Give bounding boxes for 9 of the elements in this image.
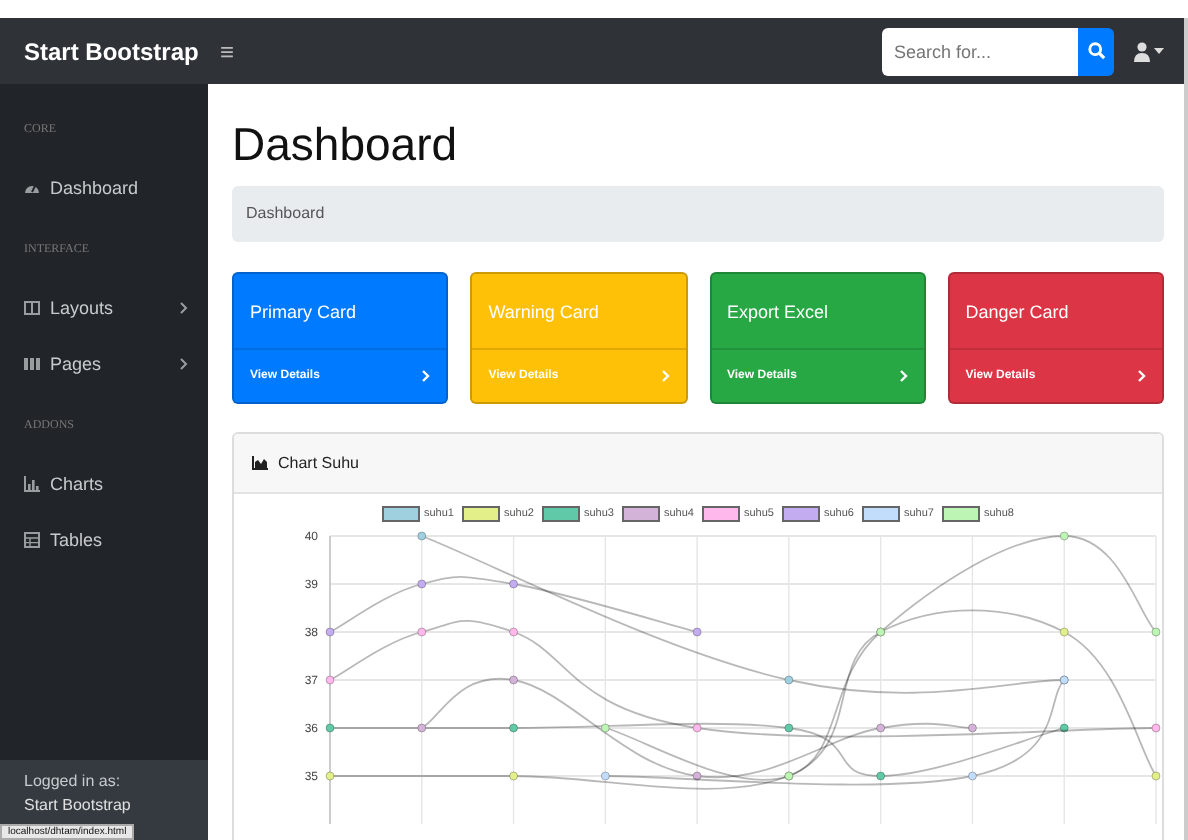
card-title: Export Excel: [725, 299, 831, 326]
breadcrumb: Dashboard: [232, 186, 1164, 243]
logged-in-caption: Logged in as:: [24, 772, 123, 790]
card-title: Danger Card: [963, 299, 1071, 326]
card-title: Chart Suhu: [278, 454, 359, 473]
card-title: Primary Card: [248, 299, 359, 326]
card-title: Warning Card: [486, 299, 601, 326]
user-name: Start Bootstrap: [24, 796, 133, 816]
page-title: Dashboard: [232, 120, 460, 171]
